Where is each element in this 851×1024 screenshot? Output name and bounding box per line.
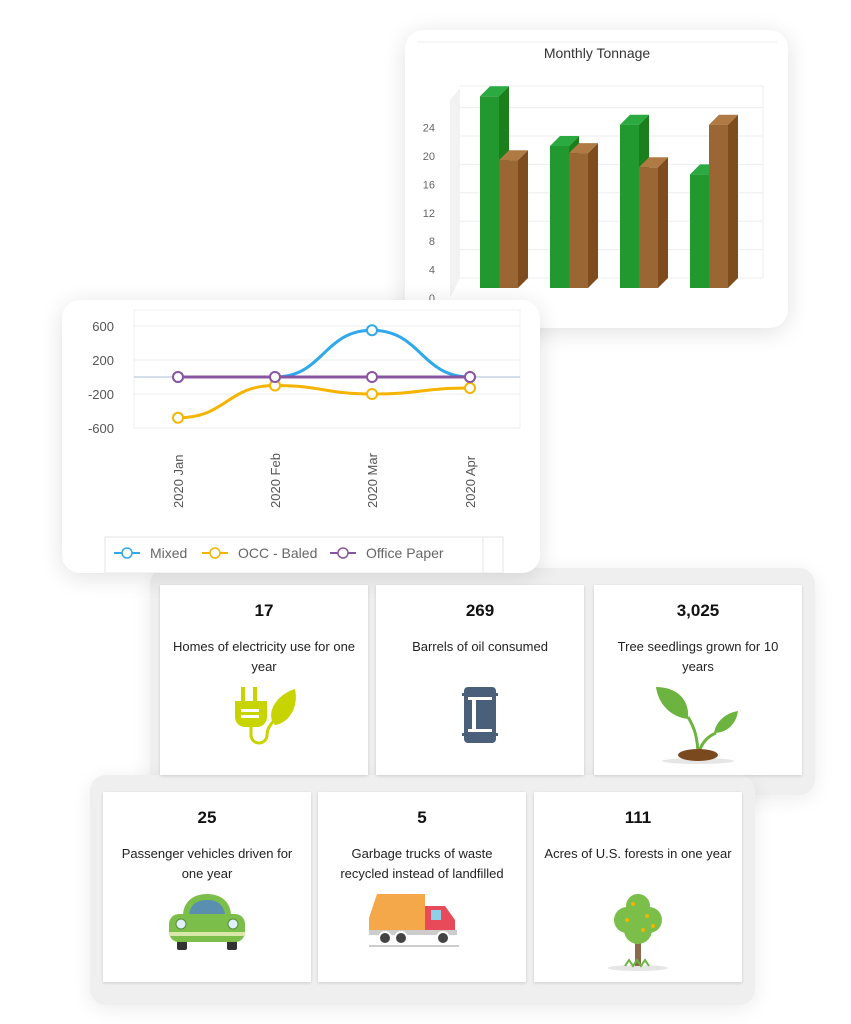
oil-barrel-icon	[376, 685, 584, 745]
stat-value: 3,025	[676, 601, 720, 620]
y-tick-label: 24	[423, 123, 435, 135]
garbage-truck-icon	[318, 892, 526, 948]
bar	[569, 143, 598, 288]
y-tick-label: 8	[429, 236, 435, 248]
legend-label: Office Paper	[366, 545, 444, 561]
stat-label: Homes of electricity use for one year	[172, 639, 356, 674]
data-point[interactable]	[464, 382, 476, 395]
stat-value: 111	[624, 808, 652, 827]
impact-stat-card: 25 Passenger vehicles driven for one yea…	[103, 792, 311, 982]
bar	[639, 157, 668, 288]
line-chart: 600 200 -200 -600 2020 Jan 2020 Feb 2020 Mar 20…	[88, 309, 521, 574]
stat-label: Tree seedlings grown for 10 years	[617, 639, 779, 674]
impact-stat-card: 17 Homes of electricity use for one year	[160, 585, 368, 775]
y-tick-label: -200	[88, 387, 114, 402]
y-tick-label: 200	[92, 353, 114, 368]
data-point[interactable]	[464, 371, 476, 383]
car-icon	[103, 892, 311, 952]
y-tick-label: 16	[423, 179, 435, 191]
plug-leaf-icon	[160, 685, 368, 749]
bar	[499, 150, 528, 288]
impact-stat-card: 269 Barrels of oil consumed	[376, 585, 584, 775]
data-point[interactable]	[172, 411, 184, 424]
y-tick-label: 600	[92, 319, 114, 334]
impact-stat-card: 5 Garbage trucks of waste recycled inste…	[318, 792, 526, 982]
y-tick-label: 12	[423, 208, 435, 220]
impact-stat-card: 111 Acres of U.S. forests in one year	[534, 792, 742, 982]
bar	[709, 114, 738, 288]
x-tick-label: 2020 Feb	[268, 453, 283, 508]
data-point[interactable]	[366, 371, 378, 383]
y-tick-label: 4	[429, 265, 435, 277]
seedling-icon	[594, 685, 802, 765]
data-point[interactable]	[172, 371, 184, 383]
plot-area	[133, 309, 521, 429]
back-wall	[450, 88, 460, 298]
x-tick-label: 2020 Mar	[365, 452, 380, 508]
chart-title: Monthly Tonnage	[544, 45, 651, 61]
legend-label: Mixed	[150, 545, 187, 561]
stat-label: Passenger vehicles driven for one year	[121, 846, 293, 881]
y-tick-label: -600	[88, 421, 114, 436]
monthly-tonnage-card: Monthly Tonnage 0 4 8 12 16 20 24	[405, 30, 788, 328]
impact-stat-card: 3,025 Tree seedlings grown for 10 years	[594, 585, 802, 775]
data-point[interactable]	[366, 324, 378, 337]
data-point[interactable]	[366, 388, 378, 400]
legend-label: OCC - Baled	[238, 545, 317, 561]
y-tick-label: 20	[423, 151, 435, 163]
stat-label: Acres of U.S. forests in one year	[544, 846, 732, 861]
stat-value: 17	[254, 601, 274, 620]
stat-label: Barrels of oil consumed	[412, 639, 548, 654]
stat-value: 25	[197, 808, 217, 827]
x-tick-label: 2020 Apr	[463, 455, 478, 508]
stat-value: 5	[417, 808, 427, 827]
stat-value: 269	[465, 601, 495, 620]
x-tick-label: 2020 Jan	[171, 455, 186, 509]
tree-icon	[534, 892, 742, 972]
data-point[interactable]	[269, 371, 281, 383]
line-chart-card: 600 200 -200 -600 2020 Jan 2020 Feb 2020 Mar 20…	[62, 300, 540, 574]
stat-label: Garbage trucks of waste recycled instead…	[340, 846, 504, 881]
bar-chart: Monthly Tonnage 04812162024	[417, 41, 777, 305]
